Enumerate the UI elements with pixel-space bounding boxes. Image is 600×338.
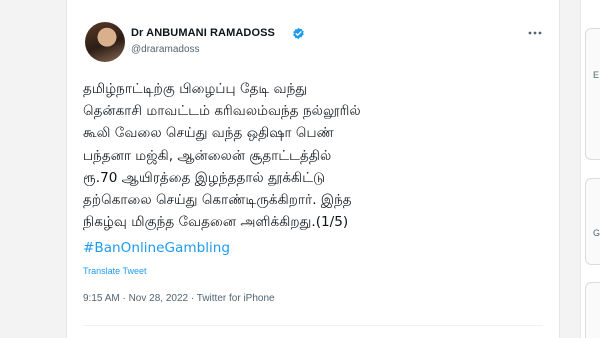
tweet-timestamp-source[interactable]: 9:15 AM · Nov 28, 2022 · Twitter for iPh… <box>83 293 275 304</box>
tweet-text: தமிழ்நாட்டிற்கு பிழைப்பு தேடி வந்து தென்… <box>83 81 361 231</box>
sidebar-card <box>585 178 600 265</box>
translate-tweet-link[interactable]: Translate Tweet <box>83 266 147 276</box>
sidebar-card <box>585 28 600 160</box>
sidebar-card-letter: E <box>593 70 600 80</box>
avatar[interactable] <box>85 22 125 62</box>
hashtag-link[interactable]: #BanOnlineGambling <box>83 240 230 256</box>
author-display-name[interactable]: Dr ANBUMANI RAMADOSS <box>131 27 275 39</box>
sidebar-card-letter: G <box>593 228 600 238</box>
verified-badge-icon <box>293 27 304 40</box>
author-handle[interactable]: @draramadoss <box>131 44 200 55</box>
divider <box>83 325 543 326</box>
right-sidebar: E G <box>580 0 600 338</box>
tweet-card[interactable]: Dr ANBUMANI RAMADOSS @draramadoss தமிழ்ந… <box>66 0 560 338</box>
sidebar-card <box>585 282 600 338</box>
more-options-icon[interactable] <box>527 30 543 36</box>
